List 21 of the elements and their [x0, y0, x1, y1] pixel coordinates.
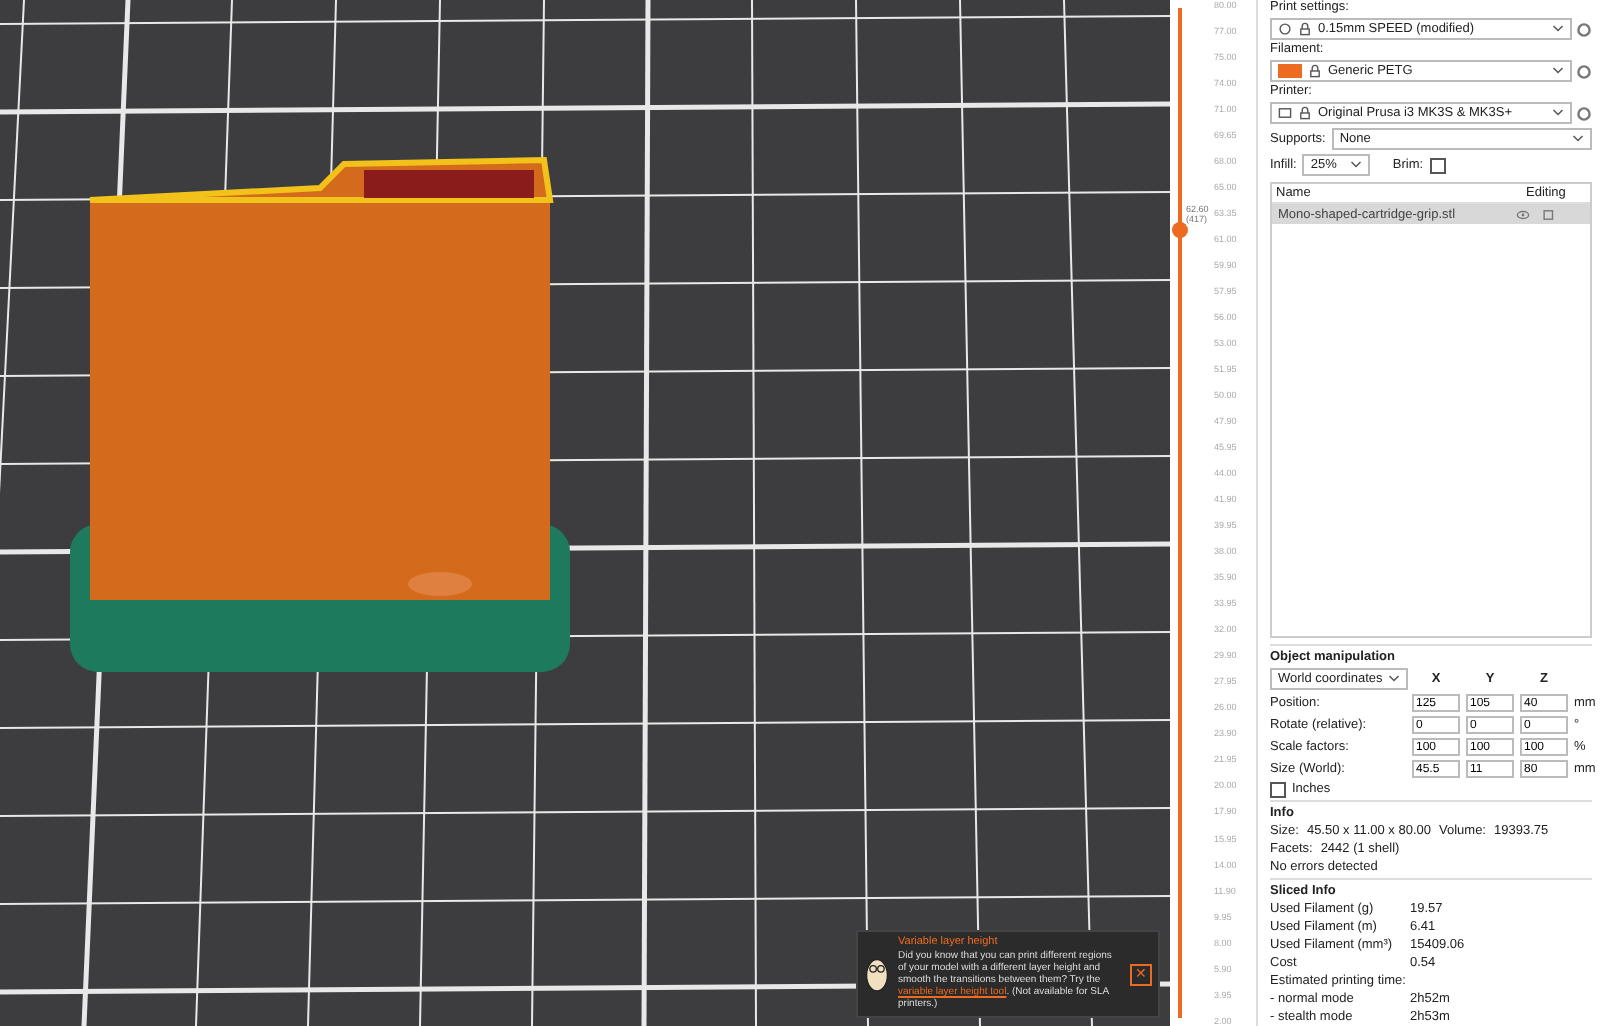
- caret-icon: [1572, 134, 1584, 144]
- printer-icon: [1278, 106, 1292, 120]
- inches-checkbox[interactable]: [1270, 782, 1286, 798]
- lock-icon: [1298, 106, 1312, 120]
- settings-icon[interactable]: [1576, 105, 1592, 121]
- edit-icon[interactable]: [1542, 207, 1556, 221]
- caret-icon: [1552, 24, 1564, 34]
- settings-icon[interactable]: [1576, 63, 1592, 79]
- caret-icon: [1350, 160, 1363, 170]
- lock-icon: [1308, 64, 1322, 78]
- circle-icon: [1278, 22, 1292, 36]
- lock-icon: [1298, 22, 1312, 36]
- settings-icon[interactable]: [1576, 21, 1592, 37]
- layer-slider-thumb[interactable]: [1172, 222, 1188, 239]
- caret-icon: [1388, 674, 1401, 684]
- caret-icon: [1552, 108, 1564, 118]
- model-drawing[interactable]: [70, 156, 570, 672]
- eye-icon: [1516, 207, 1530, 221]
- filament-color-swatch: [1278, 64, 1302, 78]
- brim-checkbox[interactable]: [1429, 157, 1446, 173]
- caret-icon: [1552, 66, 1564, 76]
